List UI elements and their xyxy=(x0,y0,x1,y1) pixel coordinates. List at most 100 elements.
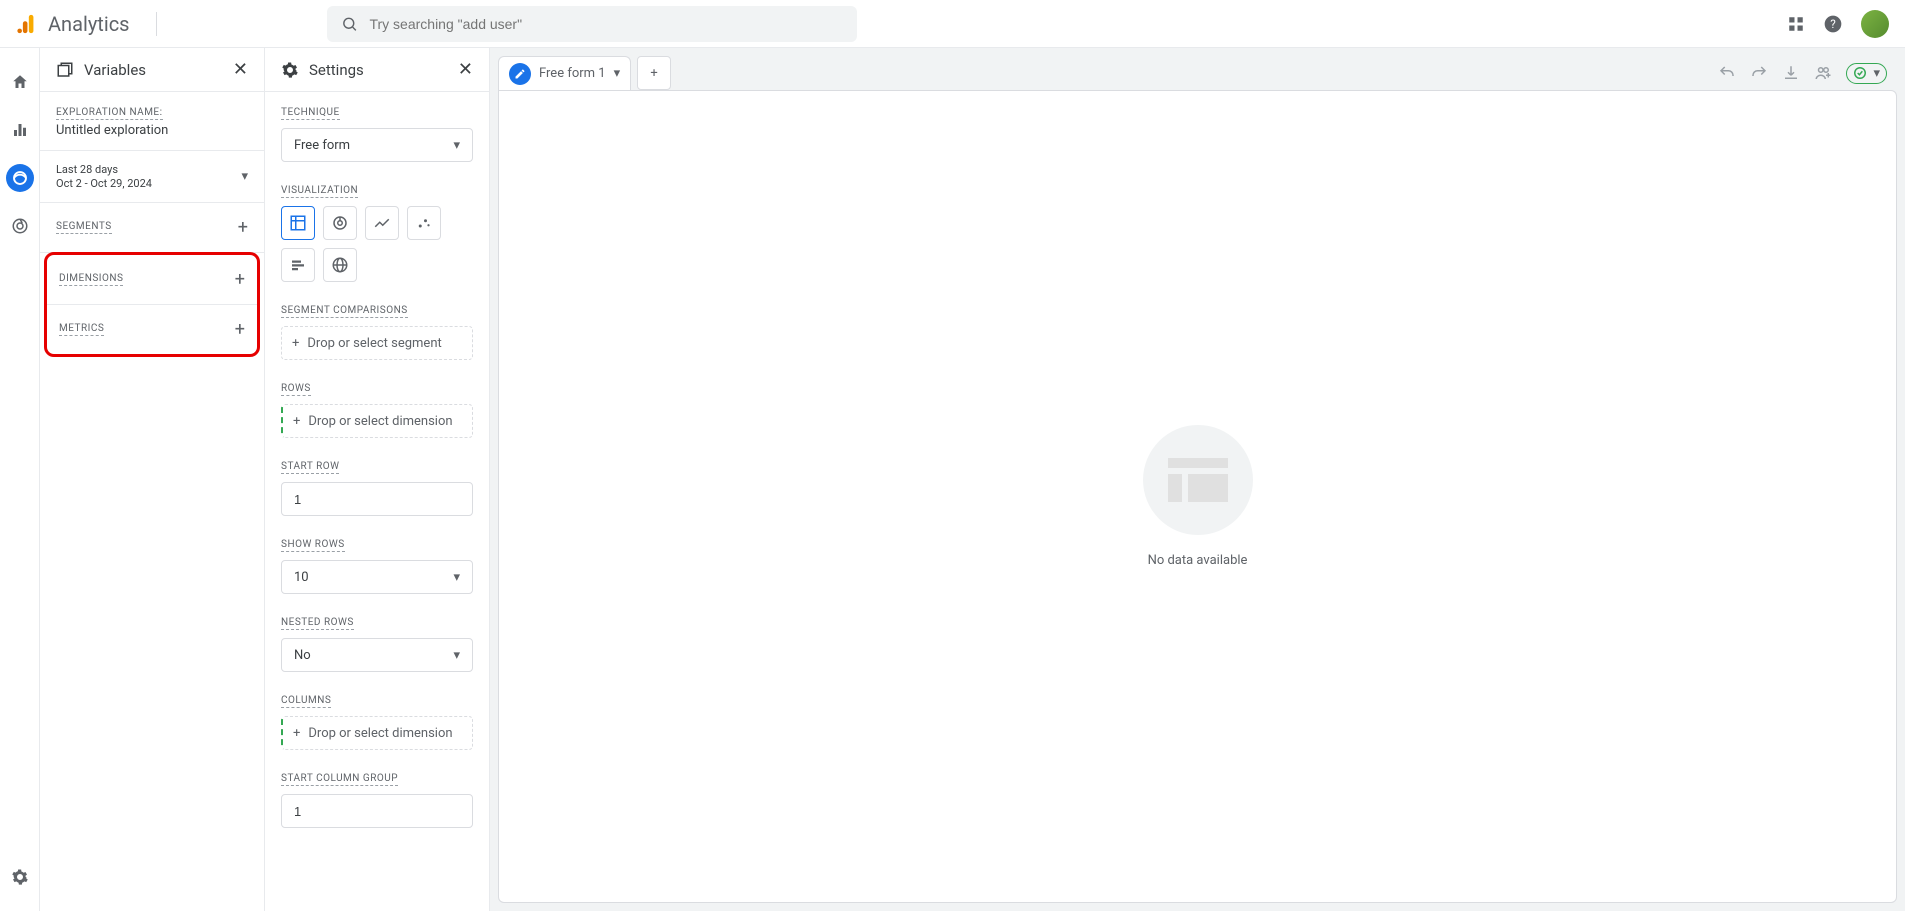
close-variables-button[interactable]: ✕ xyxy=(233,59,248,80)
dimensions-label: DIMENSIONS xyxy=(59,273,123,286)
plus-icon: + xyxy=(293,726,300,741)
visualization-label: VISUALIZATION xyxy=(281,185,358,198)
visualization-section: VISUALIZATION xyxy=(265,170,489,290)
rail-admin[interactable] xyxy=(6,863,34,891)
add-tab-button[interactable]: + xyxy=(637,56,671,90)
rows-drop-zone[interactable]: + Drop or select dimension xyxy=(281,404,473,438)
status-indicator[interactable]: ▾ xyxy=(1846,63,1887,84)
columns-drop-zone[interactable]: + Drop or select dimension xyxy=(281,716,473,750)
segments-label: SEGMENTS xyxy=(56,221,112,234)
canvas-body: No data available xyxy=(498,90,1897,903)
viz-donut[interactable] xyxy=(323,206,357,240)
start-column-input[interactable] xyxy=(281,794,473,828)
date-preset: Last 28 days xyxy=(56,163,152,176)
user-avatar[interactable] xyxy=(1861,10,1889,38)
segment-comparisons-section: SEGMENT COMPARISONS + Drop or select seg… xyxy=(265,290,489,368)
rows-label: ROWS xyxy=(281,383,311,396)
start-column-section: START COLUMN GROUP xyxy=(265,758,489,836)
share-icon[interactable] xyxy=(1814,64,1832,82)
rail-reports[interactable] xyxy=(6,116,34,144)
start-row-label: START ROW xyxy=(281,461,339,474)
chevron-down-icon[interactable]: ▾ xyxy=(614,66,621,81)
rail-advertising[interactable] xyxy=(6,212,34,240)
download-icon[interactable] xyxy=(1782,64,1800,82)
chevron-down-icon: ▾ xyxy=(453,570,460,585)
date-range: Oct 2 - Oct 29, 2024 xyxy=(56,177,152,190)
plus-icon: + xyxy=(292,336,299,351)
pencil-icon xyxy=(509,63,531,85)
segments-row: SEGMENTS + xyxy=(40,203,264,253)
add-dimension-button[interactable]: + xyxy=(235,269,245,290)
rows-section: ROWS + Drop or select dimension xyxy=(265,368,489,446)
dimensions-row: DIMENSIONS + xyxy=(47,255,257,305)
viz-scatter[interactable] xyxy=(407,206,441,240)
chevron-down-icon: ▾ xyxy=(453,648,460,663)
settings-header: Settings ✕ xyxy=(265,48,489,92)
search-input[interactable] xyxy=(369,16,842,32)
nested-rows-select[interactable]: No ▾ xyxy=(281,638,473,672)
show-rows-value: 10 xyxy=(294,570,309,585)
analytics-logo-icon xyxy=(16,13,38,35)
tab-bar: Free form 1 ▾ + ▾ xyxy=(490,48,1905,90)
variables-header: Variables ✕ xyxy=(40,48,264,92)
metrics-label: METRICS xyxy=(59,323,104,336)
show-rows-select[interactable]: 10 ▾ xyxy=(281,560,473,594)
no-data-text: No data available xyxy=(1148,553,1248,568)
gear-icon xyxy=(281,61,299,79)
canvas-area: Free form 1 ▾ + ▾ No xyxy=(490,48,1905,911)
tab-label: Free form 1 xyxy=(539,66,606,81)
show-rows-label: SHOW ROWS xyxy=(281,539,345,552)
segment-drop-zone[interactable]: + Drop or select segment xyxy=(281,326,473,360)
logo: Analytics xyxy=(16,12,157,36)
help-icon[interactable]: ? xyxy=(1823,14,1843,34)
svg-text:?: ? xyxy=(1830,17,1836,31)
close-settings-button[interactable]: ✕ xyxy=(458,59,473,80)
variables-title: Variables xyxy=(84,61,223,79)
undo-icon[interactable] xyxy=(1718,64,1736,82)
start-column-group-label: START COLUMN GROUP xyxy=(281,773,398,786)
nested-rows-section: NESTED ROWS No ▾ xyxy=(265,602,489,680)
rail-home[interactable] xyxy=(6,68,34,96)
technique-select[interactable]: Free form ▾ xyxy=(281,128,473,162)
canvas-tools: ▾ xyxy=(1718,63,1897,84)
rows-drop-text: Drop or select dimension xyxy=(308,414,452,429)
rail-explore[interactable] xyxy=(6,164,34,192)
chevron-down-icon: ▾ xyxy=(1873,66,1880,81)
viz-bar[interactable] xyxy=(281,248,315,282)
technique-label: TECHNIQUE xyxy=(281,107,340,120)
exploration-name-section: EXPLORATION NAME: Untitled exploration xyxy=(40,92,264,151)
segment-comparisons-label: SEGMENT COMPARISONS xyxy=(281,305,408,318)
metrics-row: METRICS + xyxy=(47,305,257,354)
search-bar[interactable] xyxy=(327,6,857,42)
tab-free-form-1[interactable]: Free form 1 ▾ xyxy=(498,56,631,90)
date-range-section[interactable]: Last 28 days Oct 2 - Oct 29, 2024 ▾ xyxy=(40,151,264,203)
start-row-section: START ROW xyxy=(265,446,489,524)
nav-rail xyxy=(0,48,40,911)
viz-geo[interactable] xyxy=(323,248,357,282)
variables-icon xyxy=(56,61,74,79)
visualization-options xyxy=(281,206,473,282)
start-row-input[interactable] xyxy=(281,482,473,516)
viz-line[interactable] xyxy=(365,206,399,240)
app-name: Analytics xyxy=(48,12,130,36)
search-icon xyxy=(341,15,358,33)
plus-icon: + xyxy=(293,414,300,429)
app-header: Analytics ? xyxy=(0,0,1905,48)
chevron-down-icon: ▾ xyxy=(453,138,460,153)
check-circle-icon xyxy=(1853,66,1867,80)
add-metric-button[interactable]: + xyxy=(235,319,245,340)
highlighted-region: DIMENSIONS + METRICS + xyxy=(44,252,260,357)
columns-label: COLUMNS xyxy=(281,695,331,708)
search-wrap xyxy=(157,6,1788,42)
main-layout: Variables ✕ EXPLORATION NAME: Untitled e… xyxy=(40,48,1905,911)
exploration-name-value[interactable]: Untitled exploration xyxy=(56,123,248,138)
settings-panel: Settings ✕ TECHNIQUE Free form ▾ VISUALI… xyxy=(265,48,490,911)
apps-grid-icon[interactable] xyxy=(1787,15,1805,33)
viz-table[interactable] xyxy=(281,206,315,240)
exploration-name-label: EXPLORATION NAME: xyxy=(56,107,163,120)
technique-section: TECHNIQUE Free form ▾ xyxy=(265,92,489,170)
columns-section: COLUMNS + Drop or select dimension xyxy=(265,680,489,758)
redo-icon[interactable] xyxy=(1750,64,1768,82)
show-rows-section: SHOW ROWS 10 ▾ xyxy=(265,524,489,602)
add-segment-button[interactable]: + xyxy=(238,217,248,238)
